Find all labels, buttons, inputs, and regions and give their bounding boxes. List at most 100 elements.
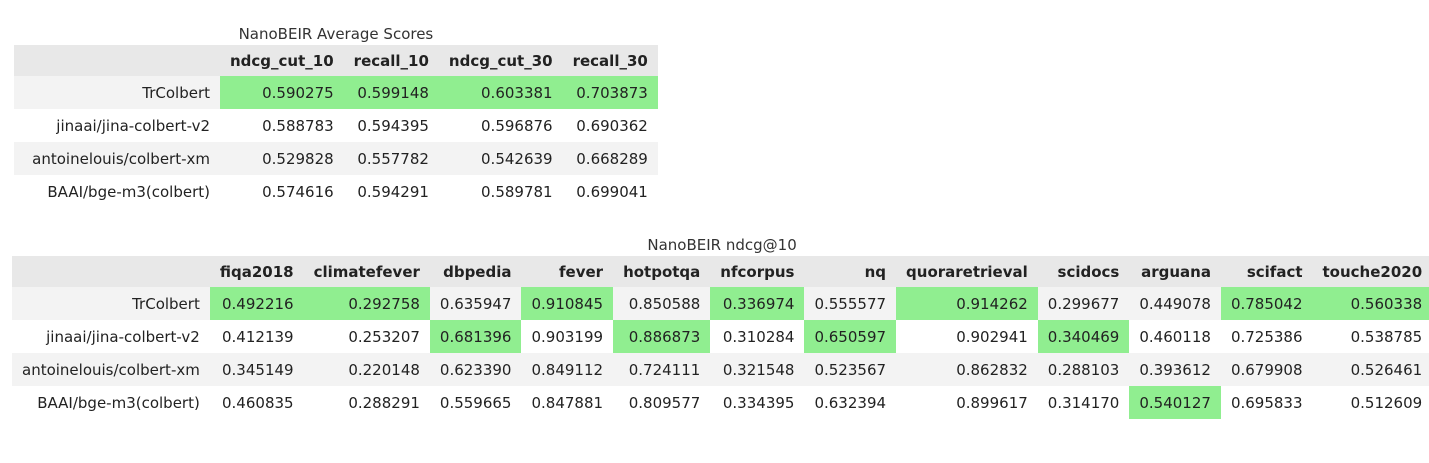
- best-score-cell: 0.886873: [613, 320, 711, 353]
- average-scores-table: NanoBEIR Average Scores ndcg_cut_10 recal…: [14, 24, 658, 208]
- best-score-cell: 0.336974: [710, 287, 805, 320]
- table-row: jinaai/jina-colbert-v2 0.412139 0.253207 0.…: [12, 320, 1429, 353]
- column-header: fiqa2018: [219, 262, 294, 281]
- column-header: recall_10: [353, 51, 429, 70]
- score-cell: 0.512609: [1350, 393, 1423, 412]
- score-cell: 0.555577: [814, 294, 887, 313]
- row-label: antoinelouis/colbert-xm: [22, 360, 200, 379]
- table-body: TrColbert 0.590275 0.599148 0.603381 0.70387…: [14, 76, 658, 208]
- score-cell: 0.526461: [1350, 360, 1423, 379]
- column-header: recall_30: [572, 51, 648, 70]
- score-cell: 0.523567: [814, 360, 887, 379]
- table-row: jinaai/jina-colbert-v2 0.588783 0.594395 0.…: [14, 109, 658, 142]
- column-header: nq: [864, 262, 887, 281]
- score-cell: 0.899617: [956, 393, 1028, 412]
- score-cell: 0.253207: [348, 327, 420, 346]
- best-score-cell: 0.590275: [220, 76, 344, 109]
- best-score-cell: 0.540127: [1129, 386, 1221, 419]
- best-score-cell: 0.914262: [896, 287, 1038, 320]
- score-cell: 0.574616: [262, 182, 334, 201]
- best-score-cell: 0.599148: [343, 76, 439, 109]
- row-label: jinaai/jina-colbert-v2: [46, 327, 200, 346]
- score-cell: 0.529828: [262, 149, 334, 168]
- score-cell: 0.699041: [576, 182, 648, 201]
- score-cell: 0.635947: [439, 294, 512, 313]
- best-score-cell: 0.603381: [438, 76, 563, 109]
- table-row: BAAI/bge-m3(colbert) 0.574616 0.594291 0.58…: [14, 175, 658, 208]
- best-score-cell: 0.340469: [1037, 320, 1130, 353]
- ndcg10-table: NanoBEIR ndcg@10 fiqa2018 climatefever dbp…: [12, 235, 1429, 419]
- score-cell: 0.594291: [357, 182, 429, 201]
- score-cell: 0.850588: [628, 294, 701, 313]
- column-header: scidocs: [1057, 262, 1120, 281]
- score-cell: 0.724111: [628, 360, 701, 379]
- score-cell: 0.902941: [956, 327, 1028, 346]
- ndcg10-table-container: NanoBEIR ndcg@10 fiqa2018 climatefever dbp…: [12, 235, 1429, 419]
- score-cell: 0.849112: [531, 360, 604, 379]
- table-header-row: fiqa2018 climatefever dbpedia fever hotpotqa…: [12, 256, 1429, 287]
- row-label: jinaai/jina-colbert-v2: [56, 116, 210, 135]
- score-cell: 0.299677: [1047, 294, 1120, 313]
- column-header: hotpotqa: [623, 262, 701, 281]
- score-cell: 0.559665: [439, 393, 512, 412]
- best-score-cell: 0.785042: [1220, 287, 1313, 320]
- best-score-cell: 0.292758: [303, 287, 430, 320]
- table-row: BAAI/bge-m3(colbert) 0.460835 0.288291 0.55…: [12, 386, 1429, 419]
- score-cell: 0.594395: [357, 116, 429, 135]
- score-cell: 0.542639: [481, 149, 553, 168]
- score-cell: 0.220148: [348, 360, 420, 379]
- column-header: ndcg_cut_10: [230, 51, 334, 70]
- column-header: nfcorpus: [720, 262, 795, 281]
- table-row: antoinelouis/colbert-xm 0.345149 0.220148 0…: [12, 353, 1429, 386]
- column-header: touche2020: [1322, 262, 1423, 281]
- score-cell: 0.449078: [1139, 294, 1211, 313]
- score-cell: 0.903199: [531, 327, 604, 346]
- best-score-cell: 0.560338: [1312, 287, 1429, 320]
- column-header: fever: [559, 262, 604, 281]
- column-header: quoraretrieval: [906, 262, 1028, 281]
- table-caption: NanoBEIR ndcg@10: [647, 236, 797, 254]
- column-header: climatefever: [313, 262, 420, 281]
- score-cell: 0.596876: [481, 116, 553, 135]
- column-header: ndcg_cut_30: [448, 51, 553, 70]
- score-cell: 0.314170: [1047, 393, 1120, 412]
- best-score-cell: 0.650597: [804, 320, 897, 353]
- score-cell: 0.393612: [1139, 360, 1211, 379]
- score-cell: 0.334395: [722, 393, 795, 412]
- table-row: TrColbert 0.590275 0.599148 0.603381 0.70387…: [14, 76, 658, 109]
- table-row: antoinelouis/colbert-xm 0.529828 0.557782 0…: [14, 142, 658, 175]
- score-cell: 0.588783: [262, 116, 334, 135]
- column-header: dbpedia: [443, 262, 512, 281]
- score-cell: 0.679908: [1230, 360, 1303, 379]
- score-cell: 0.310284: [722, 327, 795, 346]
- score-cell: 0.695833: [1230, 393, 1303, 412]
- score-cell: 0.460835: [222, 393, 294, 412]
- score-cell: 0.538785: [1350, 327, 1423, 346]
- score-cell: 0.321548: [722, 360, 795, 379]
- row-label: BAAI/bge-m3(colbert): [37, 393, 200, 412]
- row-label: antoinelouis/colbert-xm: [32, 149, 210, 168]
- score-cell: 0.809577: [628, 393, 701, 412]
- score-cell: 0.288291: [348, 393, 420, 412]
- score-cell: 0.623390: [439, 360, 512, 379]
- score-cell: 0.668289: [576, 149, 648, 168]
- best-score-cell: 0.910845: [521, 287, 614, 320]
- best-score-cell: 0.492216: [209, 287, 304, 320]
- table-header-row: ndcg_cut_10 recall_10 ndcg_cut_30 recall_30: [14, 45, 658, 76]
- corner-header-cell: [12, 256, 210, 287]
- score-cell: 0.460118: [1139, 327, 1211, 346]
- best-score-cell: 0.703873: [562, 76, 658, 109]
- table-body: TrColbert 0.492216 0.292758 0.635947 0.91084…: [12, 287, 1429, 419]
- score-cell: 0.589781: [481, 182, 553, 201]
- column-header: scifact: [1246, 262, 1303, 281]
- score-cell: 0.632394: [814, 393, 887, 412]
- row-label: TrColbert: [142, 83, 210, 102]
- best-score-cell: 0.681396: [429, 320, 522, 353]
- score-cell: 0.345149: [222, 360, 294, 379]
- table-row: TrColbert 0.492216 0.292758 0.635947 0.91084…: [12, 287, 1429, 320]
- score-cell: 0.847881: [531, 393, 604, 412]
- average-scores-table-container: NanoBEIR Average Scores ndcg_cut_10 recal…: [14, 24, 658, 208]
- score-cell: 0.557782: [357, 149, 429, 168]
- score-cell: 0.412139: [222, 327, 294, 346]
- score-cell: 0.862832: [956, 360, 1028, 379]
